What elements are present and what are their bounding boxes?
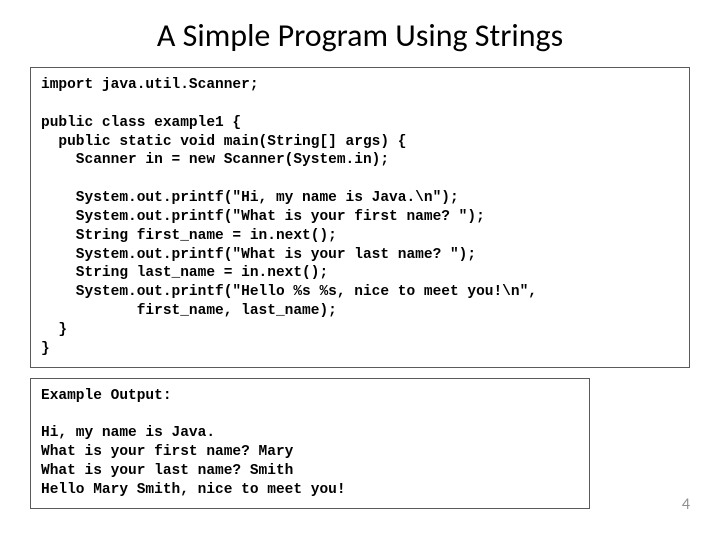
slide-title: A Simple Program Using Strings <box>0 0 720 67</box>
output-block: Example Output: Hi, my name is Java. Wha… <box>30 378 590 509</box>
page-number: 4 <box>682 495 690 514</box>
code-block: import java.util.Scanner; public class e… <box>30 67 690 368</box>
